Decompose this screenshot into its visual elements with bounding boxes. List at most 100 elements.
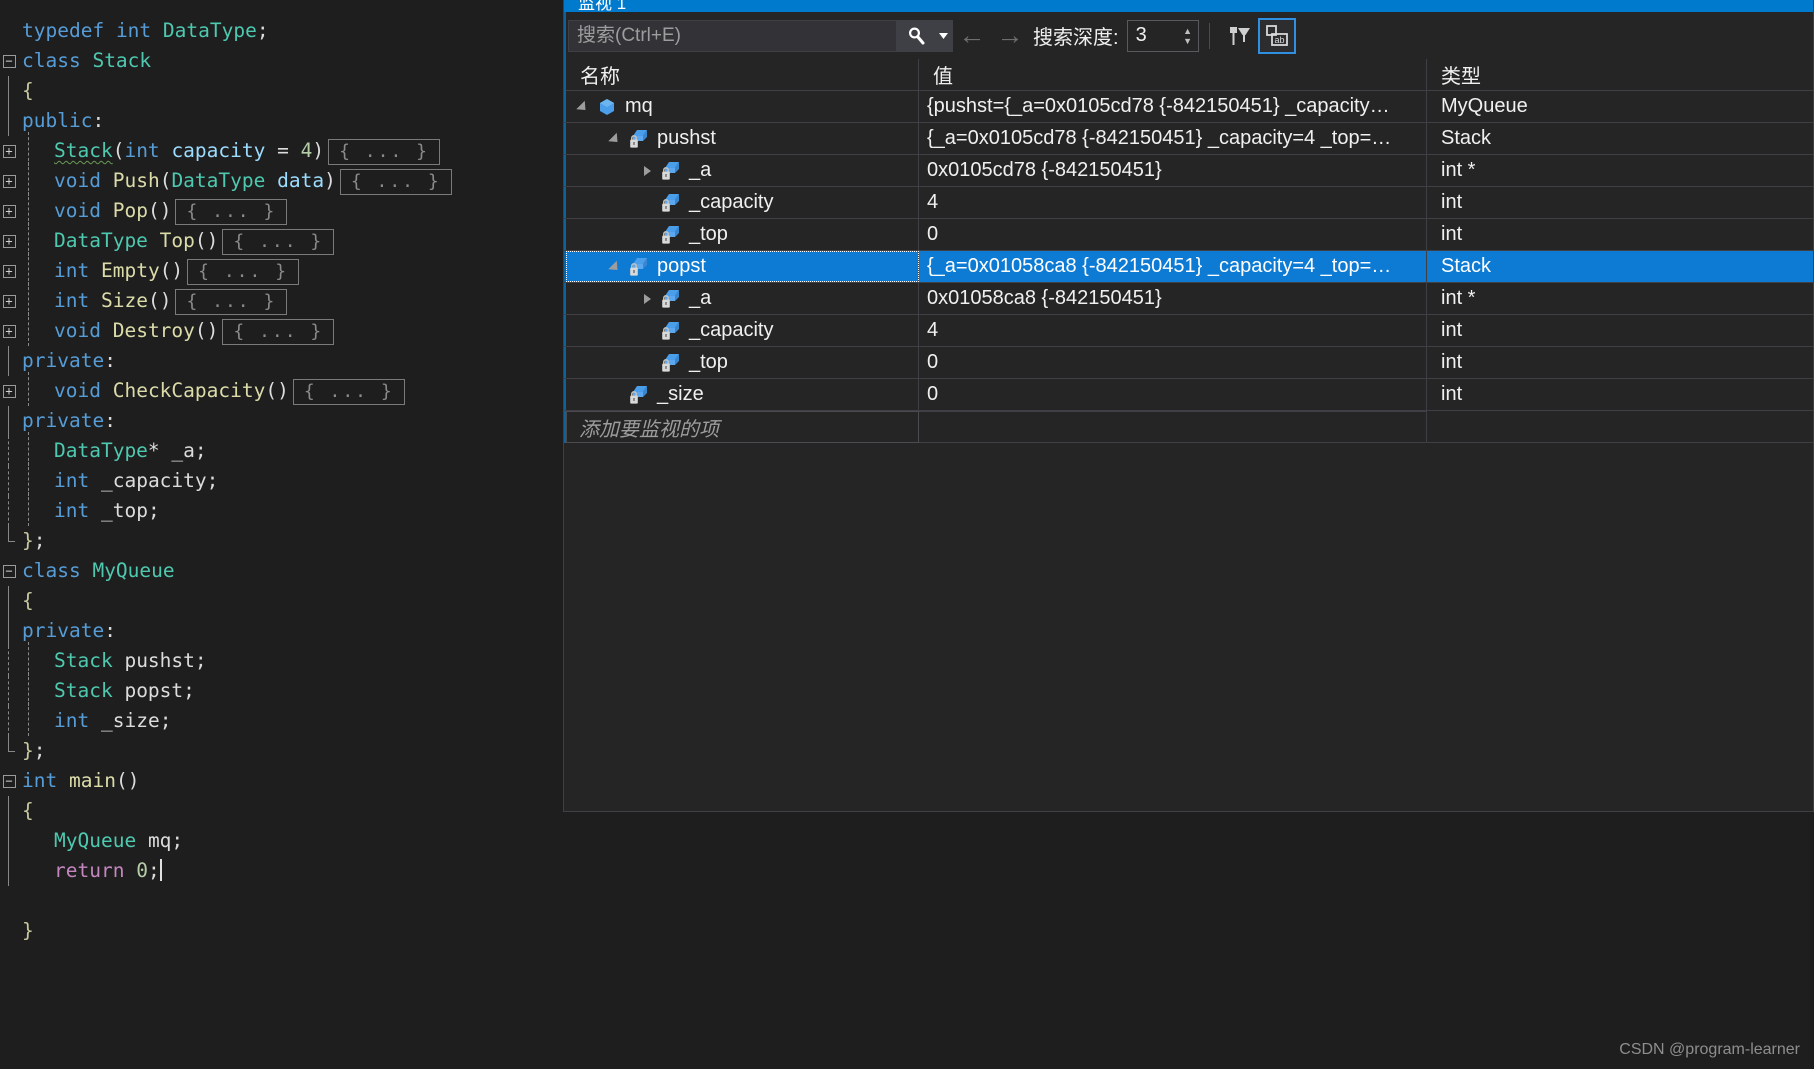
tree-expand-icon[interactable] xyxy=(636,165,658,176)
outline-glyph-column[interactable]: + xyxy=(0,286,18,316)
collapsed-body-block[interactable]: { ... } xyxy=(187,258,300,285)
chevron-down-icon[interactable] xyxy=(936,20,952,51)
watch-row-name-cell[interactable]: _size xyxy=(566,379,919,410)
tree-collapse-icon[interactable] xyxy=(572,100,594,115)
add-watch-input[interactable]: 添加要监视的项 xyxy=(566,411,919,443)
outline-glyph-column[interactable] xyxy=(0,466,18,496)
outline-expand-icon[interactable]: + xyxy=(2,144,16,158)
watch-row-name-cell[interactable]: popst xyxy=(566,251,919,282)
search-depth-value[interactable]: 3 xyxy=(1128,24,1178,47)
outline-glyph-column[interactable] xyxy=(0,646,18,676)
outline-glyph-column[interactable]: + xyxy=(0,256,18,286)
outline-expand-icon[interactable]: + xyxy=(2,324,16,338)
watch-row[interactable]: _a 0x0105cd78 {-842150451} int * xyxy=(564,155,1813,187)
watch-row-value-cell[interactable]: {pushst={_a=0x0105cd78 {-842150451} _cap… xyxy=(919,91,1427,122)
watch-row[interactable]: popst {_a=0x01058ca8 {-842150451} _capaci… xyxy=(564,251,1813,283)
column-header-type[interactable]: 类型 xyxy=(1427,59,1813,90)
outline-glyph-column[interactable]: − xyxy=(0,46,18,76)
watch-row[interactable]: _capacity 4 int xyxy=(564,187,1813,219)
code-text-area[interactable]: typedef int DataType; − class Stack{public… xyxy=(0,16,452,946)
watch-row-name-cell[interactable]: _top xyxy=(566,219,919,250)
watch-row-name-cell[interactable]: mq xyxy=(566,91,919,122)
outline-glyph-column[interactable] xyxy=(0,496,18,526)
outline-glyph-column[interactable]: + xyxy=(0,196,18,226)
outline-expand-icon[interactable]: + xyxy=(2,384,16,398)
tree-expand-icon[interactable] xyxy=(636,293,658,304)
collapsed-body-block[interactable]: { ... } xyxy=(339,168,452,195)
watch-row[interactable]: _top 0 int xyxy=(564,347,1813,379)
outline-glyph-column[interactable] xyxy=(0,886,18,916)
watch-row[interactable]: _a 0x01058ca8 {-842150451} int * xyxy=(564,283,1813,315)
watch-row-name-cell[interactable]: _a xyxy=(566,155,919,186)
watch-row-value-cell[interactable]: 0 xyxy=(919,219,1427,250)
outline-glyph-column[interactable] xyxy=(0,106,18,136)
outline-glyph-column[interactable] xyxy=(0,526,18,556)
pin-filter-icon[interactable] xyxy=(1220,18,1258,54)
outline-glyph-column[interactable]: + xyxy=(0,376,18,406)
watch-row-value-cell[interactable]: {_a=0x01058ca8 {-842150451} _capacity=4 … xyxy=(919,251,1427,282)
search-box[interactable] xyxy=(568,19,953,52)
outline-glyph-column[interactable] xyxy=(0,16,18,46)
watch-row-name-cell[interactable]: _capacity xyxy=(566,315,919,346)
collapsed-body-block[interactable]: { ... } xyxy=(222,318,335,345)
outline-expand-icon[interactable]: + xyxy=(2,204,16,218)
tree-collapse-icon[interactable] xyxy=(604,132,626,147)
watch-row-value-cell[interactable]: {_a=0x0105cd78 {-842150451} _capacity=4 … xyxy=(919,123,1427,154)
outline-glyph-column[interactable] xyxy=(0,916,18,946)
add-watch-row[interactable]: 添加要监视的项 xyxy=(564,411,1813,443)
watch-row[interactable]: _size 0 int xyxy=(564,379,1813,411)
search-depth-stepper[interactable]: 3 ▲ ▼ xyxy=(1126,19,1199,52)
outline-glyph-column[interactable] xyxy=(0,616,18,646)
collapsed-body-block[interactable]: { ... } xyxy=(175,198,288,225)
search-input[interactable] xyxy=(569,24,896,47)
outline-collapse-icon[interactable]: − xyxy=(2,564,16,578)
column-header-name[interactable]: 名称 xyxy=(566,59,919,90)
search-icon[interactable] xyxy=(896,20,936,51)
outline-glyph-column[interactable]: + xyxy=(0,166,18,196)
outline-glyph-column[interactable] xyxy=(0,586,18,616)
outline-glyph-column[interactable]: − xyxy=(0,766,18,796)
outline-glyph-column[interactable] xyxy=(0,736,18,766)
hex-display-icon[interactable]: ab xyxy=(1257,17,1296,54)
outline-glyph-column[interactable] xyxy=(0,826,18,856)
watch-title-bar[interactable]: 监视 1 xyxy=(564,0,1813,12)
outline-expand-icon[interactable]: + xyxy=(2,264,16,278)
watch-row-value-cell[interactable]: 0x01058ca8 {-842150451} xyxy=(919,283,1427,314)
outline-glyph-column[interactable] xyxy=(0,676,18,706)
outline-glyph-column[interactable] xyxy=(0,796,18,826)
collapsed-body-block[interactable]: { ... } xyxy=(292,378,405,405)
watch-row[interactable]: _top 0 int xyxy=(564,219,1813,251)
watch-row[interactable]: mq {pushst={_a=0x0105cd78 {-842150451} _c… xyxy=(564,91,1813,123)
watch-row-value-cell[interactable]: 0 xyxy=(919,379,1427,410)
watch-row-name-cell[interactable]: _top xyxy=(566,347,919,378)
collapsed-body-block[interactable]: { ... } xyxy=(222,228,335,255)
watch-row-value-cell[interactable]: 0 xyxy=(919,347,1427,378)
outline-glyph-column[interactable]: + xyxy=(0,136,18,166)
outline-glyph-column[interactable]: + xyxy=(0,316,18,346)
outline-glyph-column[interactable] xyxy=(0,856,18,886)
outline-glyph-column[interactable] xyxy=(0,76,18,106)
watch-row-value-cell[interactable]: 4 xyxy=(919,187,1427,218)
collapsed-body-block[interactable]: { ... } xyxy=(175,288,288,315)
watch-row[interactable]: _capacity 4 int xyxy=(564,315,1813,347)
outline-collapse-icon[interactable]: − xyxy=(2,54,16,68)
outline-glyph-column[interactable] xyxy=(0,346,18,376)
tree-collapse-icon[interactable] xyxy=(604,260,626,275)
watch-row-name-cell[interactable]: pushst xyxy=(566,123,919,154)
watch-variable-tree[interactable]: mq {pushst={_a=0x0105cd78 {-842150451} _c… xyxy=(564,91,1813,811)
outline-glyph-column[interactable] xyxy=(0,436,18,466)
watch-row-name-cell[interactable]: _a xyxy=(566,283,919,314)
outline-glyph-column[interactable]: − xyxy=(0,556,18,586)
search-back-arrow-icon[interactable]: ← xyxy=(953,20,991,52)
watch-row-value-cell[interactable]: 0x0105cd78 {-842150451} xyxy=(919,155,1427,186)
watch-row-name-cell[interactable]: _capacity xyxy=(566,187,919,218)
outline-expand-icon[interactable]: + xyxy=(2,174,16,188)
stepper-up-icon[interactable]: ▲ xyxy=(1178,26,1198,36)
stepper-down-icon[interactable]: ▼ xyxy=(1178,36,1198,46)
column-header-value[interactable]: 值 xyxy=(919,59,1427,90)
outline-glyph-column[interactable]: + xyxy=(0,226,18,256)
outline-collapse-icon[interactable]: − xyxy=(2,774,16,788)
outline-expand-icon[interactable]: + xyxy=(2,234,16,248)
collapsed-body-block[interactable]: { ... } xyxy=(328,138,440,165)
watch-row-value-cell[interactable]: 4 xyxy=(919,315,1427,346)
